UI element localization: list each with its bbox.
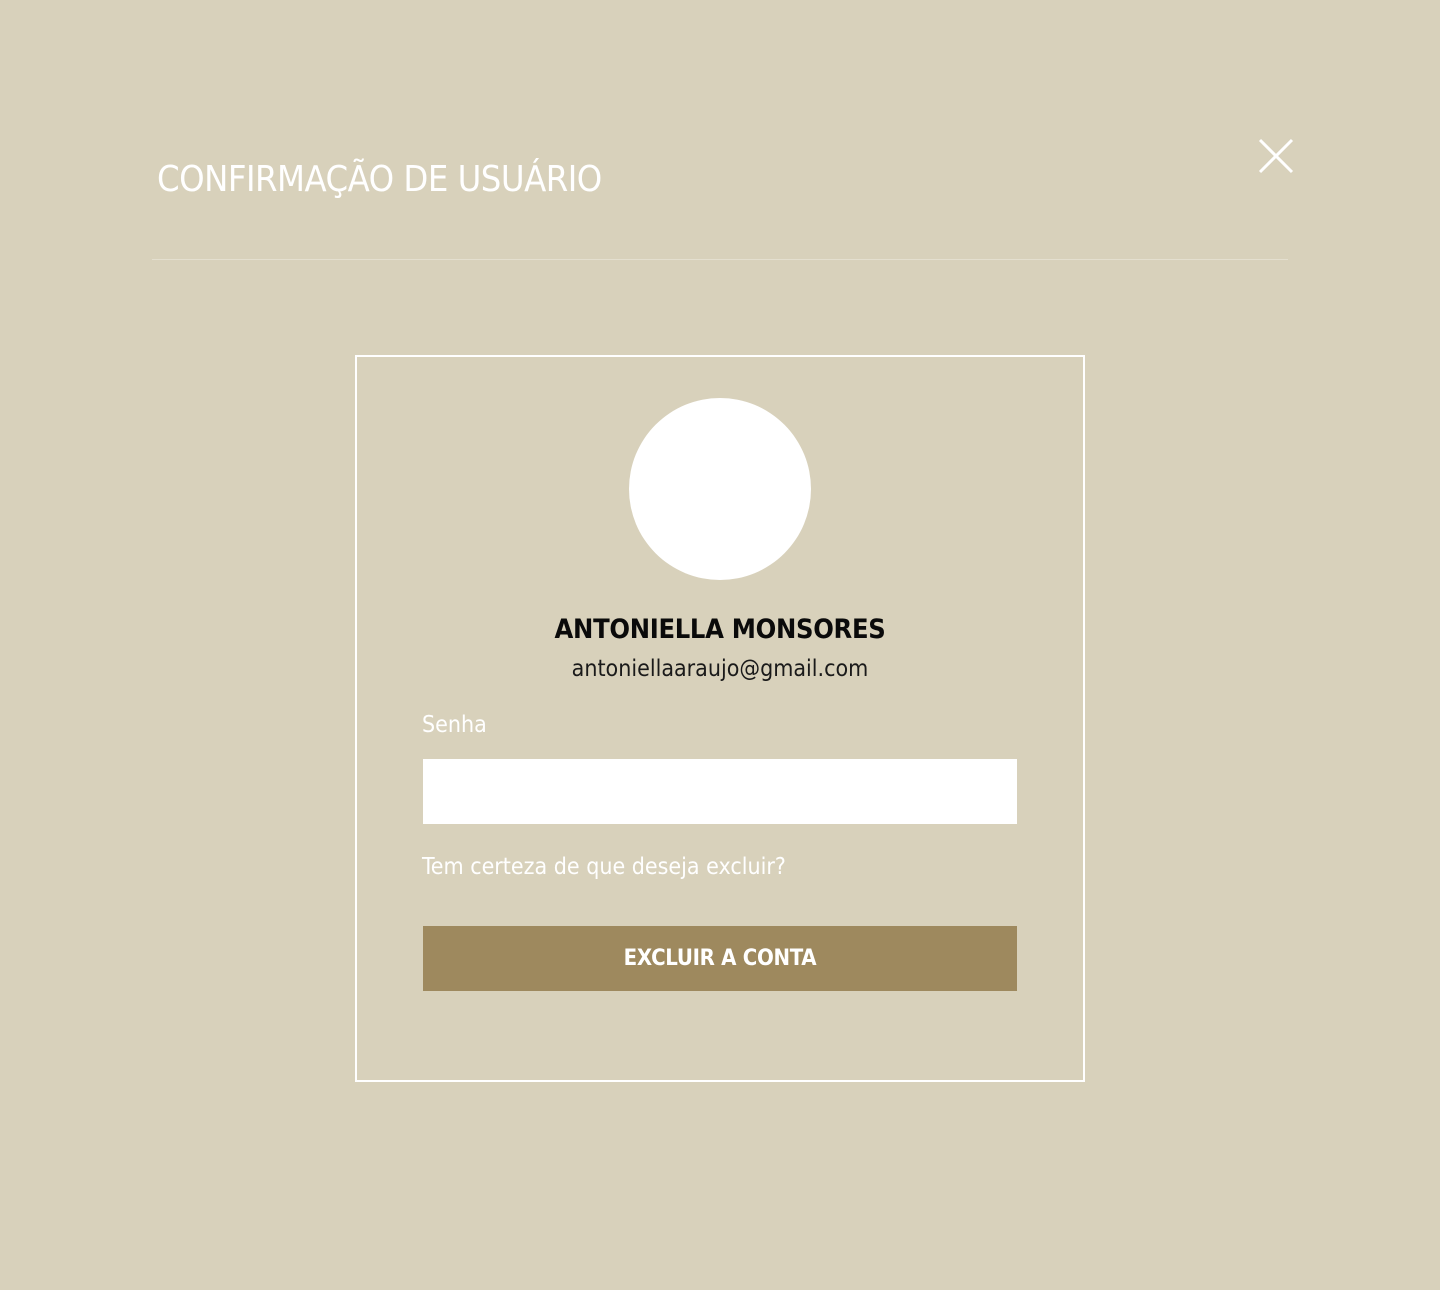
- password-input[interactable]: [423, 759, 1017, 824]
- header-divider: [152, 259, 1288, 260]
- close-button[interactable]: [1256, 136, 1296, 176]
- page-title: CONFIRMAÇÃO DE USUÁRIO: [157, 159, 602, 200]
- password-label: Senha: [422, 712, 487, 738]
- user-name: ANTONIELLA MONSORES: [554, 614, 886, 645]
- user-email: antoniellaaraujo@gmail.com: [571, 656, 869, 682]
- user-confirmation-card: ANTONIELLA MONSORES antoniellaaraujo@gma…: [355, 355, 1085, 1082]
- delete-account-button[interactable]: EXCLUIR A CONTA: [423, 926, 1017, 991]
- delete-confirmation-question: Tem certeza de que deseja excluir?: [422, 854, 786, 880]
- close-icon: [1258, 138, 1294, 174]
- avatar: [629, 398, 811, 580]
